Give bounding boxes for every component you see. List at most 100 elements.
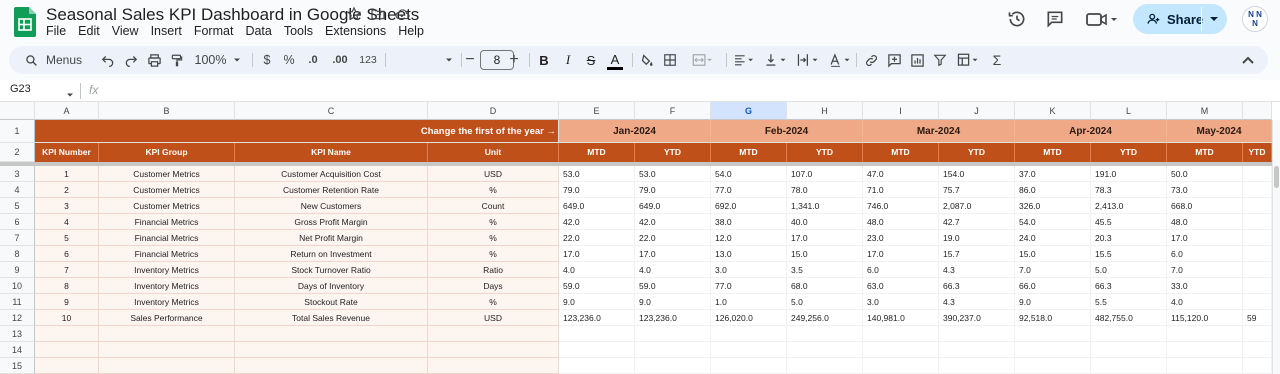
kpi-cell-name[interactable]: Net Profit Margin [235,230,428,246]
column-header[interactable]: E [559,102,635,120]
value-cell[interactable]: 7.0 [1167,262,1243,278]
value-cell[interactable]: 48.0 [1167,214,1243,230]
value-cell[interactable]: 33.0 [1167,278,1243,294]
value-cell[interactable]: 249,256.0 [787,310,863,326]
version-history-icon[interactable] [1007,9,1027,29]
month-header[interactable]: Jan-2024 [559,120,711,143]
value-cell[interactable]: 92,518.0 [1015,310,1091,326]
value-cell[interactable] [1015,358,1091,374]
value-cell[interactable]: 77.0 [711,278,787,294]
value-cell[interactable] [559,326,635,342]
mtd-header[interactable]: MTD [559,143,635,162]
kpi-cell-num[interactable]: 5 [35,230,99,246]
value-cell[interactable]: 47.0 [863,166,939,182]
value-cell[interactable]: 15.0 [1015,246,1091,262]
ytd-header[interactable]: YTD [635,143,711,162]
value-cell[interactable] [787,342,863,358]
value-cell[interactable]: 19.0 [939,230,1015,246]
value-cell[interactable]: 5.5 [1091,294,1167,310]
kpi-cell-group[interactable]: Sales Performance [99,310,235,326]
kpi-cell-group[interactable]: Inventory Metrics [99,294,235,310]
month-header[interactable]: Apr-2024 [1015,120,1167,143]
value-cell-partial[interactable] [1243,262,1272,278]
value-cell[interactable]: 50.0 [1167,166,1243,182]
kpi-cell-unit[interactable]: Ratio [428,262,559,278]
kpi-header[interactable]: Unit [428,143,559,162]
value-cell[interactable]: 746.0 [863,198,939,214]
kpi-cell-num[interactable]: 6 [35,246,99,262]
row-header[interactable]: 14 [0,342,35,358]
redo-icon[interactable] [120,46,142,74]
kpi-cell-num[interactable]: 8 [35,278,99,294]
mtd-header[interactable]: MTD [1167,143,1243,162]
value-cell[interactable]: 73.0 [1167,182,1243,198]
value-cell[interactable] [1015,326,1091,342]
kpi-cell-num[interactable]: 7 [35,262,99,278]
value-cell[interactable]: 17.0 [863,246,939,262]
mtd-header[interactable]: MTD [1015,143,1091,162]
value-cell[interactable]: 23.0 [863,230,939,246]
kpi-cell-name[interactable] [235,342,428,358]
value-cell[interactable]: 38.0 [711,214,787,230]
menu-data[interactable]: Data [245,24,271,40]
kpi-cell-num[interactable] [35,326,99,342]
borders-icon[interactable] [659,46,681,74]
filter-views-icon[interactable] [953,46,983,74]
menu-insert[interactable]: Insert [151,24,182,40]
value-cell[interactable]: 75.7 [939,182,1015,198]
value-cell[interactable] [635,358,711,374]
year-change-label[interactable]: Change the first of the year → [35,120,559,143]
value-cell[interactable]: 4.3 [939,294,1015,310]
value-cell[interactable]: 63.0 [863,278,939,294]
column-header-partial[interactable] [1243,102,1272,120]
filter-icon[interactable] [929,46,951,74]
kpi-cell-unit[interactable] [428,358,559,374]
percent-format-button[interactable]: % [279,46,299,74]
row-header[interactable]: 12 [0,310,35,326]
kpi-cell-unit[interactable] [428,326,559,342]
kpi-cell-group[interactable] [99,342,235,358]
meet-video-icon[interactable] [1085,10,1119,28]
value-cell[interactable]: 6.0 [863,262,939,278]
value-cell[interactable] [1167,342,1243,358]
row-header[interactable]: 13 [0,326,35,342]
value-cell[interactable]: 107.0 [787,166,863,182]
value-cell-partial[interactable] [1243,358,1272,374]
row-header[interactable]: 5 [0,198,35,214]
search-menus-button[interactable]: Menus [19,46,89,74]
cloud-status-icon[interactable] [394,6,412,24]
kpi-cell-group[interactable]: Financial Metrics [99,230,235,246]
menu-extensions[interactable]: Extensions [325,24,386,40]
kpi-cell-unit[interactable]: Days [428,278,559,294]
value-cell[interactable]: 66.3 [939,278,1015,294]
value-cell[interactable]: 86.0 [1015,182,1091,198]
value-cell[interactable] [787,358,863,374]
row-header[interactable]: 15 [0,358,35,374]
value-cell[interactable]: 24.0 [1015,230,1091,246]
value-cell[interactable]: 123,236.0 [559,310,635,326]
value-cell[interactable]: 22.0 [635,230,711,246]
ytd-header[interactable]: YTD [1091,143,1167,162]
mtd-header[interactable]: MTD [711,143,787,162]
value-cell[interactable] [711,326,787,342]
kpi-cell-unit[interactable]: Count [428,198,559,214]
value-cell[interactable]: 3.0 [863,294,939,310]
value-cell[interactable] [711,358,787,374]
menu-help[interactable]: Help [398,24,424,40]
more-formats-button[interactable]: 123 [356,46,380,74]
value-cell-partial[interactable] [1243,182,1272,198]
kpi-cell-unit[interactable]: USD [428,166,559,182]
merge-cells-icon[interactable] [682,46,722,74]
print-icon[interactable] [143,46,165,74]
value-cell[interactable]: 42.0 [635,214,711,230]
value-cell[interactable]: 9.0 [635,294,711,310]
value-cell[interactable] [863,326,939,342]
value-cell[interactable]: 123,236.0 [635,310,711,326]
row-header[interactable]: 3 [0,166,35,182]
mtd-header[interactable]: MTD [863,143,939,162]
kpi-cell-num[interactable]: 1 [35,166,99,182]
kpi-cell-name[interactable]: Return on Investment [235,246,428,262]
value-cell[interactable]: 191.0 [1091,166,1167,182]
value-cell[interactable]: 37.0 [1015,166,1091,182]
value-cell[interactable]: 3.0 [711,262,787,278]
